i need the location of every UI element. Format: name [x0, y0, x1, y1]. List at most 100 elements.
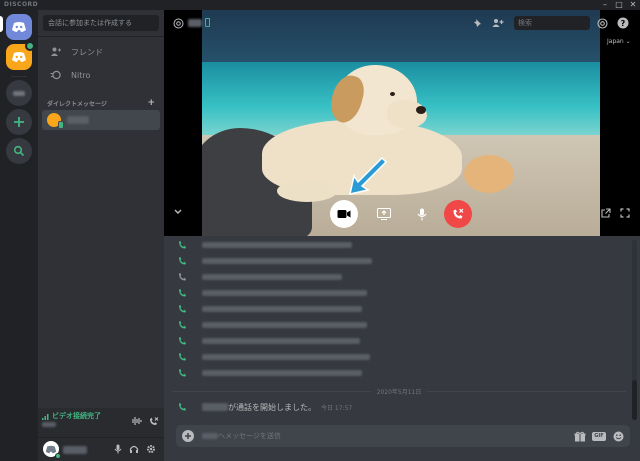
dm-header-label: ダイレクトメッセージ	[47, 100, 107, 108]
message-text-redacted	[202, 258, 372, 264]
phone-icon	[176, 351, 188, 363]
close-button[interactable]: ✕	[626, 0, 640, 10]
server-icon[interactable]	[6, 41, 35, 70]
pin-icon	[474, 19, 481, 27]
hangup-icon	[453, 208, 464, 219]
popout-icon	[601, 208, 611, 218]
help-button[interactable]: ?	[617, 17, 629, 29]
user-panel	[38, 438, 164, 461]
date-label: 2020年5月11日	[376, 388, 422, 396]
list-item	[176, 286, 367, 300]
sidebar-item-friends[interactable]: フレンド	[42, 42, 160, 62]
message-text-redacted	[202, 338, 360, 344]
video-stream	[202, 10, 600, 236]
recipient-name-redacted	[202, 433, 218, 439]
gif-button[interactable]: GIF	[592, 430, 606, 442]
scroll-thumb[interactable]	[632, 380, 637, 420]
video-camera-icon	[337, 210, 351, 218]
minimize-button[interactable]: –	[598, 0, 612, 10]
app-brand: DISCORD	[4, 1, 39, 8]
notification-badge	[25, 41, 35, 51]
add-friends-to-dm-button[interactable]	[492, 17, 504, 29]
noise-suppression-button[interactable]	[130, 414, 144, 428]
message-text-redacted	[202, 370, 362, 376]
mute-microphone-button[interactable]	[408, 199, 436, 229]
call-started-message: が通話を開始しました。 今日 17:57	[176, 401, 352, 413]
rail-divider	[11, 76, 27, 77]
mute-button[interactable]	[112, 443, 124, 455]
voice-status-label: ビデオ接続完了	[52, 412, 101, 420]
plus-icon	[185, 433, 191, 439]
at-mention-icon	[172, 17, 184, 29]
toggle-camera-button[interactable]	[330, 199, 358, 229]
screen-share-button[interactable]	[370, 199, 398, 229]
server-icon[interactable]	[6, 80, 32, 106]
list-item	[176, 302, 362, 316]
end-call-button[interactable]	[444, 199, 472, 229]
composer-placeholder: へメッセージを送信	[218, 432, 281, 440]
message-text-redacted	[202, 354, 370, 360]
home-button[interactable]	[6, 14, 32, 40]
list-item	[176, 350, 370, 364]
user-settings-button[interactable]	[145, 443, 157, 455]
search-icon	[13, 145, 25, 157]
signal-icon	[42, 413, 49, 420]
channel-name-redacted	[188, 19, 202, 27]
message-timestamp: 今日 17:57	[321, 404, 353, 412]
disconnect-button[interactable]	[146, 414, 160, 428]
explore-button[interactable]	[6, 138, 32, 164]
dm-item[interactable]	[42, 110, 160, 130]
add-server-button[interactable]	[6, 109, 32, 135]
title-bar: DISCORD – □ ✕	[0, 0, 640, 10]
missed-call-icon	[176, 271, 188, 283]
mentions-button[interactable]	[596, 17, 608, 29]
list-item	[176, 254, 372, 268]
phone-icon	[176, 367, 188, 379]
upload-button[interactable]	[182, 430, 194, 442]
microphone-icon	[417, 208, 427, 220]
date-divider: 2020年5月11日	[172, 386, 627, 396]
phone-icon	[176, 239, 188, 251]
collapse-call-button[interactable]	[172, 206, 184, 218]
at-icon	[596, 17, 608, 29]
arrow-pointer-icon	[349, 156, 388, 195]
caller-name-redacted	[202, 403, 228, 411]
hangup-icon	[149, 416, 158, 425]
deafen-button[interactable]	[128, 443, 140, 455]
discord-logo-icon	[12, 22, 26, 32]
find-conversation-button[interactable]: 会話に参加または作成する	[43, 15, 159, 31]
chevron-down-icon: ⌄	[625, 38, 631, 45]
avatar[interactable]	[43, 441, 61, 459]
gift-button[interactable]	[574, 430, 586, 442]
scrollbar[interactable]	[632, 240, 637, 420]
server-rail	[0, 10, 38, 461]
pinned-messages-button[interactable]	[472, 17, 484, 29]
message-text-redacted	[202, 306, 362, 312]
sidebar-item-label: フレンド	[71, 47, 103, 57]
fullscreen-icon	[620, 208, 630, 218]
help-icon: ?	[617, 17, 629, 29]
search-input[interactable]: 検索	[514, 16, 590, 30]
sidebar-item-nitro[interactable]: Nitro	[42, 65, 160, 85]
call-panel: 検索 ? Japan ⌄	[164, 10, 640, 236]
voice-status: ビデオ接続完了	[42, 411, 101, 421]
message-text-redacted	[202, 290, 367, 296]
waveform-icon	[132, 417, 142, 425]
sidebar-divider	[38, 36, 164, 37]
emoji-button[interactable]	[612, 430, 624, 442]
voice-region-select[interactable]: Japan ⌄	[607, 38, 631, 45]
voice-region-label: Japan	[607, 38, 624, 45]
add-user-icon	[492, 19, 504, 27]
online-status-icon	[55, 453, 61, 459]
list-item	[176, 334, 360, 348]
create-dm-button[interactable]: +	[147, 98, 155, 108]
popout-button[interactable]	[600, 207, 612, 219]
fullscreen-button[interactable]	[619, 207, 631, 219]
mobile-icon	[205, 18, 210, 27]
discord-logo-icon	[12, 52, 26, 62]
mobile-status-icon	[58, 121, 64, 129]
maximize-button[interactable]: □	[612, 0, 626, 10]
message-composer[interactable]: へメッセージを送信 GIF	[176, 425, 630, 447]
screen-share-icon	[377, 208, 391, 220]
phone-icon	[176, 287, 188, 299]
